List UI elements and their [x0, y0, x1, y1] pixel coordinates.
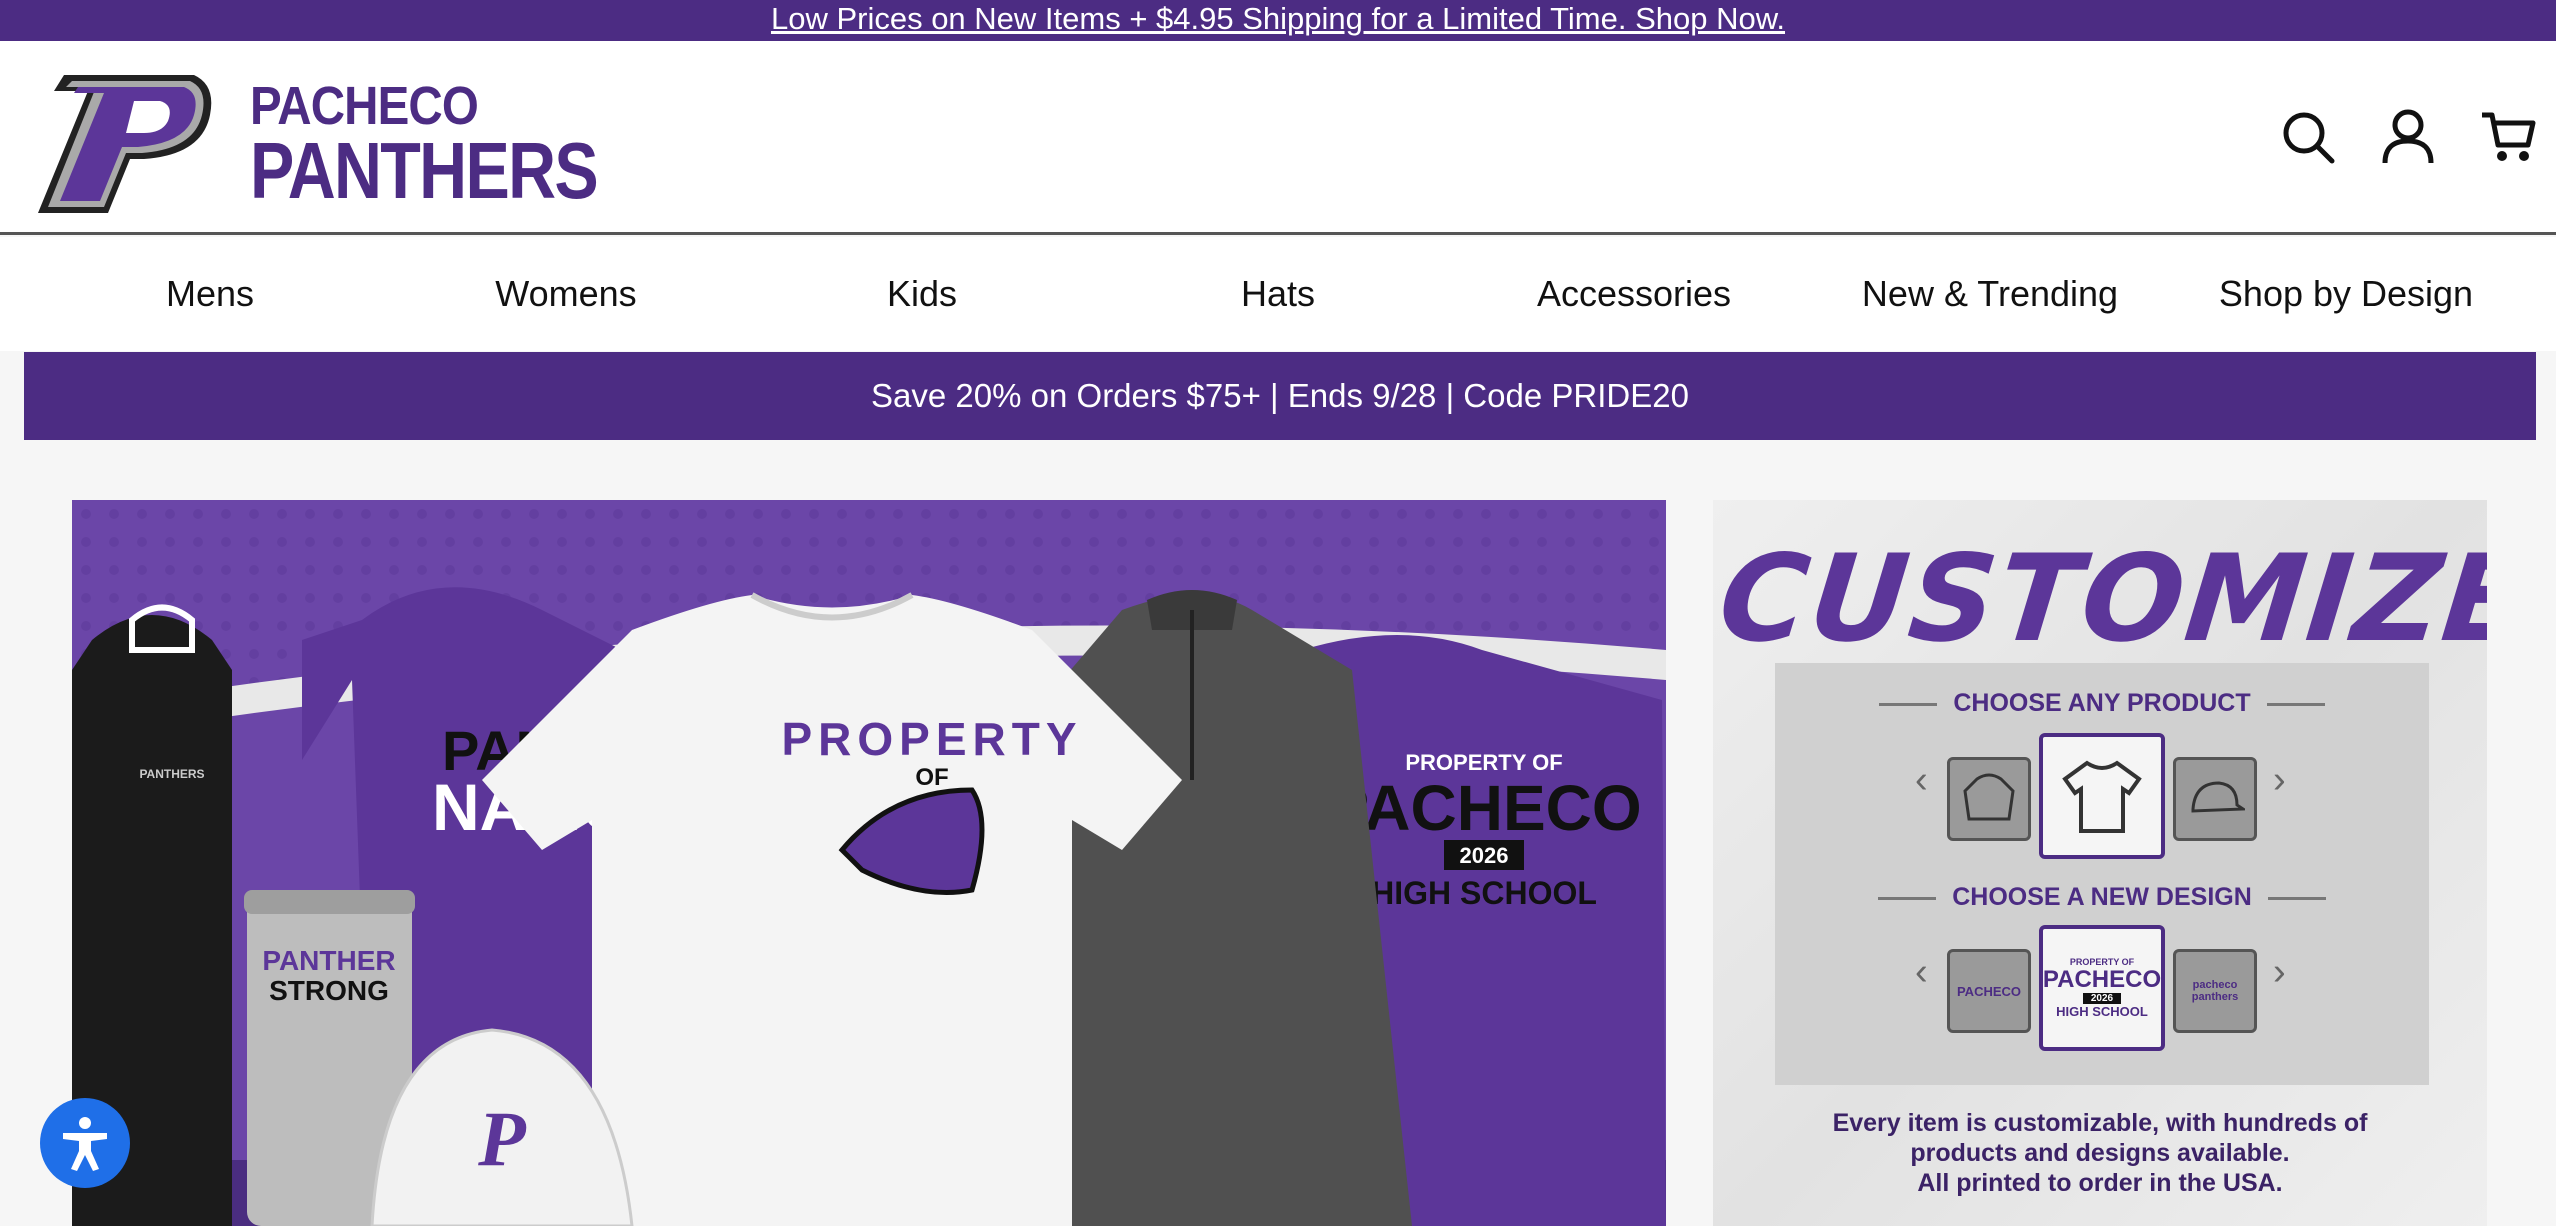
customize-panel[interactable]: CUSTOMIZE IT CHOOSE ANY PRODUCT ‹ › CHOO…: [1713, 500, 2487, 1226]
logo-wordmark[interactable]: PACHECO PANTHERS: [250, 79, 668, 211]
design-prev-icon[interactable]: ‹: [1915, 951, 1928, 994]
choose-design-label: CHOOSE A NEW DESIGN: [1775, 883, 2429, 912]
hero-banner[interactable]: PANTHERS PANTHE NATIO PROPERTY OF PACHEC…: [72, 500, 1666, 1226]
design-next-icon[interactable]: ›: [2273, 951, 2286, 994]
longsleeve-print-3: HIGH SCHOOL: [1371, 875, 1597, 911]
tee-print-1: PROPERTY: [781, 713, 1082, 765]
product-thumb-tshirt[interactable]: [2039, 733, 2165, 859]
nav-item-new-trending[interactable]: New & Trending: [1812, 237, 2168, 351]
announcement-bar: Low Prices on New Items + $4.95 Shipping…: [0, 0, 2556, 41]
logo-line-2: PANTHERS: [250, 126, 599, 215]
site-header: PACHECO PANTHERS: [0, 41, 2556, 235]
design-thumb-right[interactable]: pacheco panthers: [2173, 949, 2257, 1033]
longsleeve-year: 2026: [1460, 843, 1509, 868]
logo-line-1: PACHECO: [250, 76, 479, 136]
tumbler-print-1: PANTHER: [262, 945, 395, 976]
choose-product-label: CHOOSE ANY PRODUCT: [1775, 689, 2429, 718]
customize-box: CHOOSE ANY PRODUCT ‹ › CHOOSE A NEW DESI…: [1775, 663, 2429, 1085]
search-icon[interactable]: [2280, 107, 2336, 167]
customize-description: Every item is customizable, with hundred…: [1713, 1108, 2487, 1198]
nav-item-hats[interactable]: Hats: [1100, 237, 1456, 351]
promo-banner[interactable]: Save 20% on Orders $75+ | Ends 9/28 | Co…: [24, 352, 2536, 440]
accessibility-icon: [63, 1117, 107, 1171]
nav-item-accessories[interactable]: Accessories: [1456, 237, 1812, 351]
design-thumb-selected[interactable]: PROPERTY OF PACHECO 2026 HIGH SCHOOL: [2039, 925, 2165, 1051]
backpack-print: PANTHERS: [139, 767, 204, 781]
customize-line-3: All printed to order in the USA.: [1917, 1169, 2283, 1197]
nav-item-shop-by-design[interactable]: Shop by Design: [2168, 237, 2524, 351]
hat-print: P: [477, 1095, 527, 1182]
panther-p-logo-icon[interactable]: [34, 67, 214, 215]
nav-item-kids[interactable]: Kids: [744, 237, 1100, 351]
main-nav: Mens Womens Kids Hats Accessories New & …: [0, 237, 2556, 351]
tumbler-print-2: STRONG: [269, 975, 389, 1006]
customize-line-1: Every item is customizable, with hundred…: [1832, 1109, 2368, 1137]
nav-item-womens[interactable]: Womens: [388, 237, 744, 351]
product-thumb-hoodie[interactable]: [1947, 757, 2031, 841]
hero-product-collage: PANTHERS PANTHE NATIO PROPERTY OF PACHEC…: [72, 500, 1666, 1226]
account-icon[interactable]: [2380, 107, 2436, 167]
product-next-icon[interactable]: ›: [2273, 759, 2286, 802]
tee-print-2: OF: [915, 764, 948, 791]
product-thumb-hat[interactable]: [2173, 757, 2257, 841]
announcement-link[interactable]: Low Prices on New Items + $4.95 Shipping…: [771, 1, 1785, 36]
nav-item-mens[interactable]: Mens: [32, 237, 388, 351]
longsleeve-print-2: PACHECO: [1326, 772, 1641, 844]
customize-line-2: products and designs available.: [1910, 1139, 2290, 1167]
design-thumb-left[interactable]: PACHECO: [1947, 949, 2031, 1033]
cart-icon[interactable]: [2480, 107, 2536, 167]
header-icons: [2280, 107, 2536, 167]
product-prev-icon[interactable]: ‹: [1915, 759, 1928, 802]
accessibility-button[interactable]: [40, 1098, 130, 1188]
